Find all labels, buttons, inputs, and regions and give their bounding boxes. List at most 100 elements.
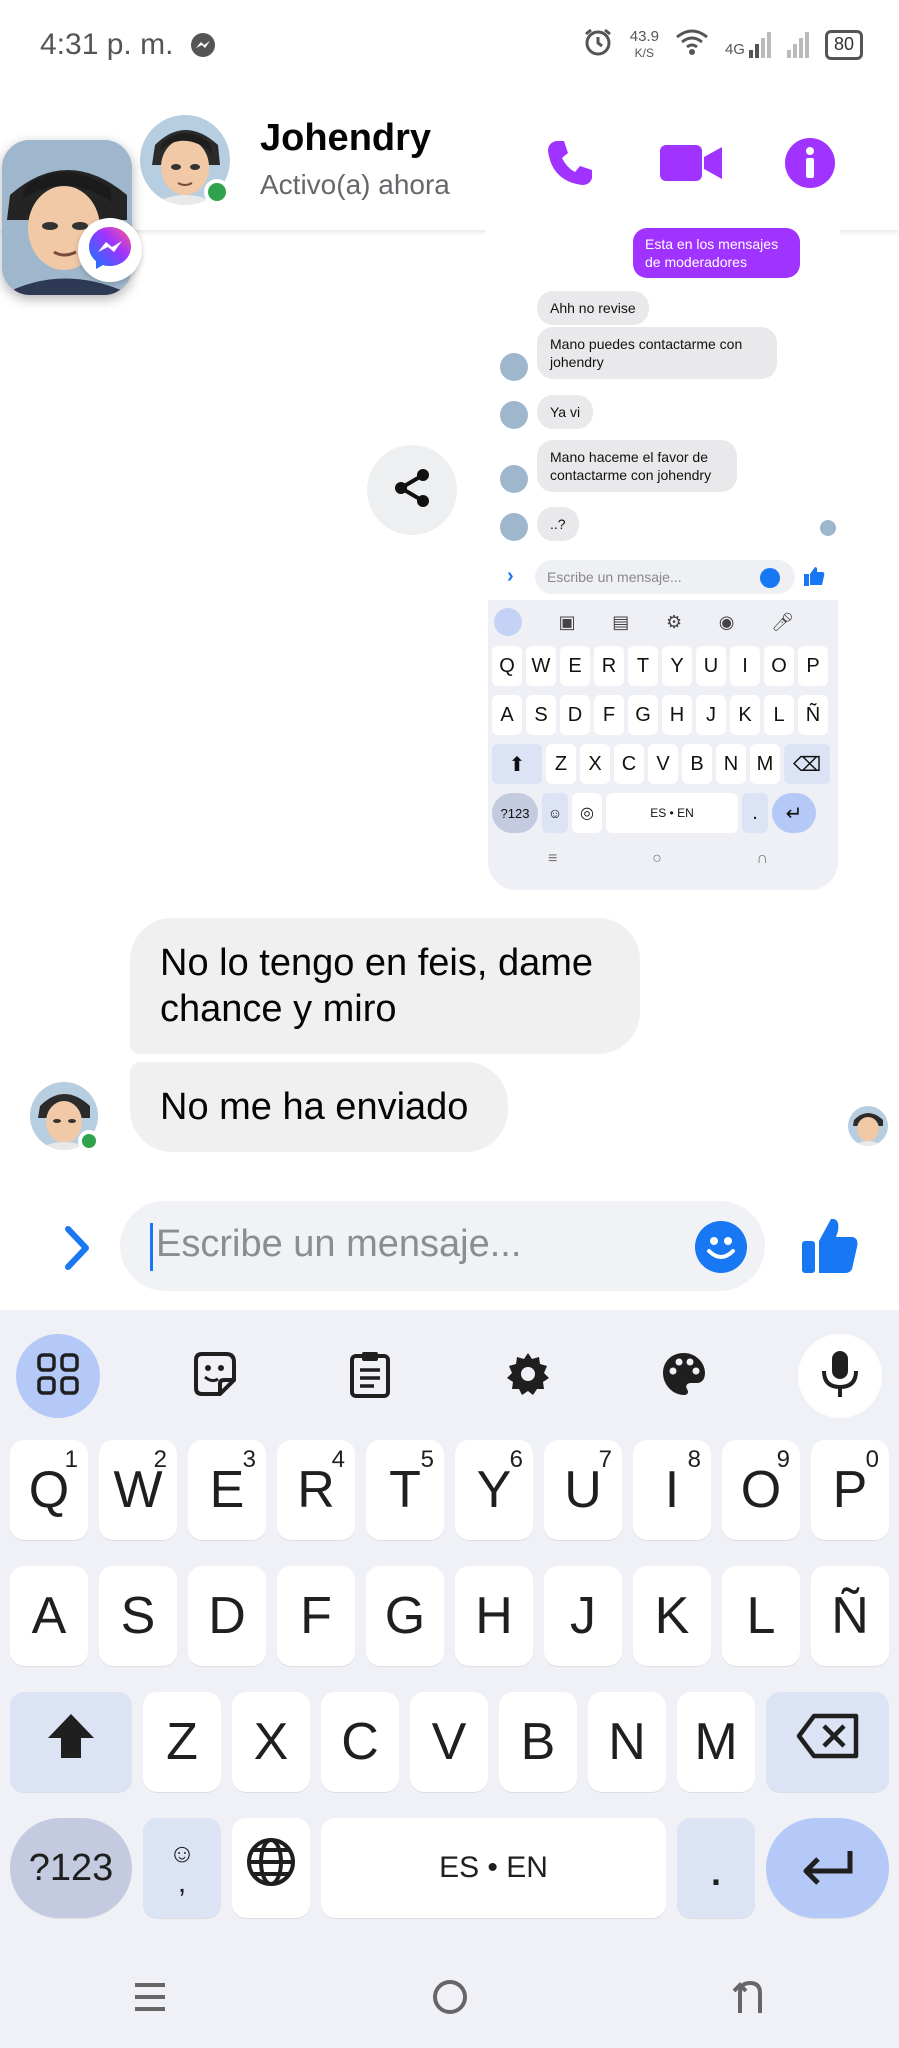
status-icons: 43.9 K/S 4G 80: [582, 26, 863, 63]
audio-call-button[interactable]: [540, 135, 600, 195]
key-f[interactable]: F: [277, 1566, 355, 1666]
message-composer: Escribe un mensaje...: [0, 1185, 899, 1310]
backspace-icon: [796, 1712, 860, 1772]
messenger-badge: [78, 218, 142, 282]
clipboard-icon: [349, 1350, 391, 1403]
shared-key-row: ?123 ☺ ◎ ES • EN . ↵: [492, 793, 816, 833]
home-button[interactable]: [431, 1978, 469, 2021]
key-n[interactable]: N: [588, 1692, 666, 1792]
emoji-button[interactable]: [695, 1221, 747, 1273]
messenger-logo-icon: [86, 224, 134, 277]
voice-input-button[interactable]: [798, 1334, 882, 1418]
key-w[interactable]: W2: [99, 1440, 177, 1540]
alarm-icon: [582, 26, 614, 63]
key-a[interactable]: A: [10, 1566, 88, 1666]
expand-actions-button[interactable]: [58, 1223, 98, 1273]
keyboard-settings-button[interactable]: [486, 1334, 570, 1418]
language-key[interactable]: [232, 1818, 310, 1918]
key-n-tilde[interactable]: Ñ: [811, 1566, 889, 1666]
status-bar: 4:31 p. m. 43.9 K/S 4G 80: [0, 0, 899, 90]
wifi-icon: [675, 28, 709, 61]
shared-message: ..?: [537, 507, 579, 541]
signal-4g: 4G: [725, 31, 771, 58]
key-i[interactable]: I8: [633, 1440, 711, 1540]
key-t[interactable]: T5: [366, 1440, 444, 1540]
key-m[interactable]: M: [677, 1692, 755, 1792]
key-u[interactable]: U7: [544, 1440, 622, 1540]
on-screen-keyboard: Q1 W2 E3 R4 T5 Y6 U7 I8 O9 P0 A S D F G …: [0, 1310, 899, 2048]
palette-icon: [661, 1351, 707, 1402]
back-button[interactable]: [732, 1979, 768, 2020]
enter-key[interactable]: [766, 1818, 889, 1918]
emoji-comma-key[interactable]: ☺ ,: [143, 1818, 221, 1918]
incoming-message-bubble[interactable]: No lo tengo en feis, dame chance y miro: [130, 918, 640, 1054]
key-s[interactable]: S: [99, 1566, 177, 1666]
space-key[interactable]: ES • EN: [321, 1818, 666, 1918]
small-smiley-icon: ☺: [168, 1838, 196, 1868]
sticker-icon: [190, 1350, 238, 1403]
key-x[interactable]: X: [232, 1692, 310, 1792]
phone-icon: [544, 137, 596, 194]
key-c[interactable]: C: [321, 1692, 399, 1792]
key-z[interactable]: Z: [143, 1692, 221, 1792]
incoming-message-bubble[interactable]: No me ha enviado: [130, 1062, 508, 1152]
key-h[interactable]: H: [455, 1566, 533, 1666]
shared-avatar: [500, 465, 528, 493]
share-image-button[interactable]: [367, 445, 457, 535]
conversation-info-button[interactable]: [780, 135, 840, 195]
system-navigation-bar: [0, 1950, 899, 2048]
recent-apps-button[interactable]: [132, 1979, 168, 2020]
key-g[interactable]: G: [366, 1566, 444, 1666]
shared-keyboard: ▣ ▤ ⚙ ◉ 🎤︎ Q W E R T Y U I O P A S D F G H J…: [488, 600, 838, 890]
info-icon: [784, 137, 836, 194]
sticker-button[interactable]: [172, 1334, 256, 1418]
signal-sim2-icon: [786, 31, 809, 58]
shared-message: Mano haceme el favor de contactarme con …: [537, 440, 737, 492]
key-k[interactable]: K: [633, 1566, 711, 1666]
enter-arrow-icon: [802, 1838, 854, 1898]
key-d[interactable]: D: [188, 1566, 266, 1666]
key-e[interactable]: E3: [188, 1440, 266, 1540]
key-r[interactable]: R4: [277, 1440, 355, 1540]
shared-emoji-icon: [760, 568, 780, 588]
microphone-icon: [820, 1349, 860, 1404]
shared-screenshot-image[interactable]: Esta en los mensajes de moderadores Ahh …: [485, 225, 840, 890]
key-o[interactable]: O9: [722, 1440, 800, 1540]
symbols-key[interactable]: ?123: [10, 1818, 132, 1918]
backspace-key[interactable]: [766, 1692, 889, 1792]
seen-by-avatar: [848, 1106, 888, 1146]
shift-key[interactable]: [10, 1692, 132, 1792]
share-icon: [392, 467, 432, 514]
chevron-right-icon: [58, 1226, 98, 1277]
video-call-button[interactable]: [658, 135, 724, 195]
send-like-button[interactable]: [800, 1215, 860, 1275]
message-input[interactable]: Escribe un mensaje...: [120, 1201, 765, 1291]
grid-icon: [36, 1352, 80, 1401]
shared-message: Ahh no revise: [537, 291, 649, 325]
shared-like-icon: [803, 565, 825, 592]
key-v[interactable]: V: [410, 1692, 488, 1792]
key-b[interactable]: B: [499, 1692, 577, 1792]
key-l[interactable]: L: [722, 1566, 800, 1666]
messenger-notification-icon: [190, 32, 216, 63]
status-time: 4:31 p. m.: [40, 28, 174, 61]
shared-seen-avatar: [820, 520, 836, 536]
video-camera-icon: [660, 143, 722, 188]
gear-icon: [505, 1351, 551, 1402]
period-key[interactable]: .: [677, 1818, 755, 1918]
shared-avatar: [500, 353, 528, 381]
shared-nav-bar: ≡ ○ ∩: [548, 850, 768, 867]
key-y[interactable]: Y6: [455, 1440, 533, 1540]
shared-input: Escribe un mensaje...: [535, 560, 795, 594]
shared-keyboard-toolbar: ▣ ▤ ⚙ ◉ 🎤︎: [494, 608, 794, 636]
key-p[interactable]: P0: [811, 1440, 889, 1540]
contact-name[interactable]: Johendry: [260, 117, 431, 160]
keyboard-apps-button[interactable]: [16, 1334, 100, 1418]
shared-message: Ya vi: [537, 395, 594, 429]
key-q[interactable]: Q1: [10, 1440, 88, 1540]
clipboard-button[interactable]: [328, 1334, 412, 1418]
key-j[interactable]: J: [544, 1566, 622, 1666]
contact-presence: Activo(a) ahora: [260, 169, 450, 200]
network-speed: 43.9 K/S: [629, 27, 659, 60]
theme-button[interactable]: [642, 1334, 726, 1418]
